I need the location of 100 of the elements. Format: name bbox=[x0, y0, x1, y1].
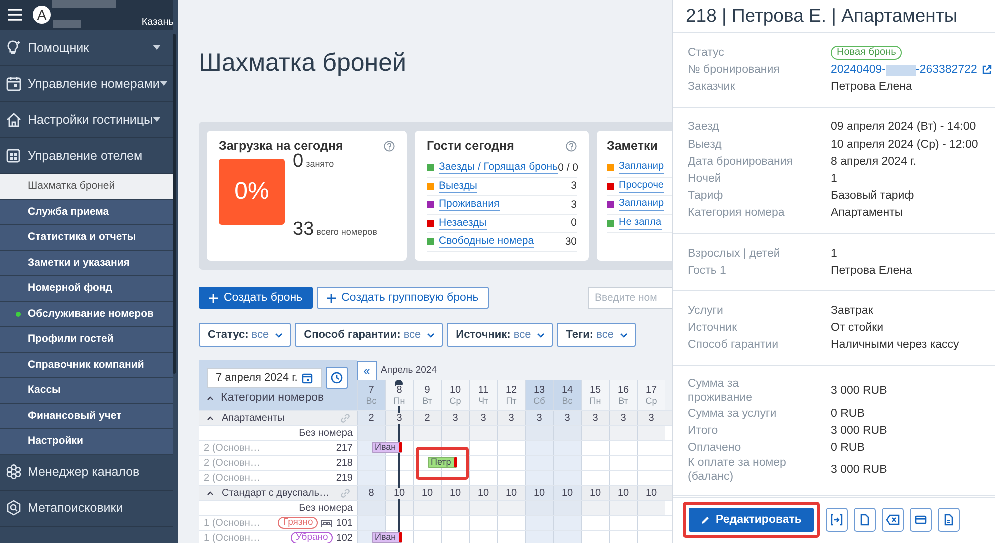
help-icon[interactable] bbox=[566, 140, 577, 152]
avatar[interactable]: A bbox=[33, 6, 51, 24]
field-value: 3 000 RUB bbox=[831, 384, 888, 397]
plus-icon bbox=[326, 294, 336, 302]
field-value: 10 апреля 2024 (Ср) - 12:00 bbox=[831, 138, 978, 151]
filter-dropdown[interactable]: Статус: все bbox=[199, 323, 292, 347]
category-name: Стандарт с двуспаль… bbox=[222, 488, 330, 498]
caret-up-icon[interactable] bbox=[207, 416, 214, 420]
room-number: 101 bbox=[336, 518, 353, 528]
field-label: Услуги bbox=[688, 304, 724, 318]
calendar-cell bbox=[637, 426, 665, 440]
nav-subitem[interactable]: Номерной фонд bbox=[0, 276, 173, 302]
stat-value: 0 / 0 bbox=[558, 162, 579, 174]
create-booking-button[interactable]: Создать бронь bbox=[199, 287, 313, 309]
field-label: Категория номера bbox=[688, 206, 786, 220]
room-number: 102 bbox=[336, 532, 353, 543]
field-value: 0 RUB bbox=[831, 408, 865, 420]
stat-link[interactable]: Не запла bbox=[619, 216, 662, 230]
arrow-in-icon bbox=[831, 514, 843, 526]
stat-link[interactable]: Выезды bbox=[439, 180, 478, 193]
nav-subitem[interactable]: Обслуживание номеров bbox=[0, 302, 173, 327]
unassigned-label: Без номера bbox=[299, 502, 353, 514]
category-row-header[interactable]: Апартаменты bbox=[199, 411, 357, 425]
nav-subitem[interactable]: Справочник компаний bbox=[0, 352, 173, 378]
caret-up-icon[interactable] bbox=[207, 490, 214, 496]
nav-subitem[interactable]: Финансовый учет bbox=[0, 404, 173, 429]
filter-dropdown[interactable]: Источник: все bbox=[447, 323, 554, 347]
field-label: Тариф bbox=[688, 189, 724, 204]
stat-link[interactable]: Незаезды bbox=[439, 216, 487, 230]
invoice-button[interactable] bbox=[938, 508, 960, 532]
field-label: Выезд bbox=[688, 138, 723, 152]
stat-link[interactable]: Свободные номера bbox=[439, 235, 534, 248]
stat-link[interactable]: Проживания bbox=[439, 198, 500, 212]
payment-button[interactable] bbox=[910, 508, 932, 532]
month-label: Апрель 2024 bbox=[381, 364, 437, 376]
calendar-cell bbox=[497, 501, 525, 515]
nav-subitem[interactable]: Статистика и отчеты bbox=[0, 225, 173, 250]
occupied-count: 0 занято bbox=[293, 151, 334, 173]
field-value: От стойки bbox=[831, 322, 884, 334]
day-header: 16 Вт bbox=[609, 380, 637, 410]
edit-button[interactable]: Редактировать bbox=[689, 508, 814, 532]
status-tag: Убрано bbox=[290, 532, 334, 543]
menu-icon[interactable] bbox=[8, 9, 22, 21]
stat-value: 30 bbox=[565, 236, 577, 248]
field-value: 8 апреля 2024 г. bbox=[831, 156, 917, 168]
stat-value: 3 bbox=[571, 180, 577, 192]
stat-link[interactable]: Запланир bbox=[619, 198, 664, 212]
nav-subitem[interactable]: Служба приема bbox=[0, 200, 173, 225]
booking-bar[interactable]: Иван bbox=[372, 532, 402, 543]
caret-icon bbox=[153, 45, 161, 50]
status-dot bbox=[16, 312, 21, 316]
room-type: 1 (Основн… bbox=[204, 518, 260, 528]
external-link-icon[interactable] bbox=[982, 65, 992, 76]
filter-dropdown[interactable]: Способ гарантии: все bbox=[295, 323, 444, 347]
cancel-button[interactable] bbox=[882, 508, 904, 532]
nav-subitem[interactable]: Профили гостей bbox=[0, 327, 173, 352]
day-header: 9 Вт bbox=[413, 380, 441, 410]
help-icon[interactable] bbox=[384, 140, 395, 152]
calendar-cell bbox=[609, 426, 637, 440]
nav-subitem[interactable]: Настройки bbox=[0, 429, 173, 454]
move-button[interactable] bbox=[826, 508, 848, 532]
category-row-header[interactable]: Стандарт с двуспаль… bbox=[199, 486, 357, 500]
calendar-cell bbox=[441, 501, 469, 515]
caret-up-icon[interactable] bbox=[207, 396, 214, 400]
clock-icon bbox=[331, 372, 343, 384]
filter-dropdown[interactable]: Теги: все bbox=[557, 323, 636, 347]
room-number: 217 bbox=[336, 442, 353, 454]
stat-link[interactable]: Просроче bbox=[619, 180, 664, 193]
flower-icon bbox=[6, 464, 22, 480]
calendar-cell bbox=[385, 501, 413, 515]
redaction-bar bbox=[53, 20, 81, 28]
calendar-icon bbox=[302, 372, 313, 384]
date-field[interactable]: 7 апреля 2024 г. bbox=[207, 368, 322, 388]
calendar-cell bbox=[441, 426, 469, 440]
document-button[interactable] bbox=[854, 508, 876, 532]
clock-button[interactable] bbox=[326, 367, 348, 389]
total-count: 33 всего номеров bbox=[293, 219, 378, 241]
nav-subitem[interactable]: Шахматка броней bbox=[0, 174, 173, 200]
stat-link[interactable]: Запланир bbox=[619, 161, 664, 174]
search-field[interactable]: Введите ном bbox=[588, 287, 672, 309]
booking-number-link[interactable]: 20240409- -263382722 bbox=[831, 64, 978, 76]
stat-value: 0 bbox=[571, 217, 577, 230]
back-button[interactable]: « bbox=[357, 361, 377, 381]
status-tag: Грязно bbox=[278, 517, 318, 529]
room-type: 2 (Основн… bbox=[204, 458, 260, 468]
file-icon bbox=[943, 514, 955, 526]
field-value: Базовый тариф bbox=[831, 190, 914, 202]
scrollbar[interactable] bbox=[173, 34, 176, 374]
booking-bar[interactable]: Иван bbox=[372, 442, 402, 453]
field-label: Дата бронирования bbox=[688, 154, 794, 169]
booking-bar[interactable]: Петр bbox=[428, 457, 458, 468]
nav-subitem[interactable]: Заметки и указания bbox=[0, 250, 173, 276]
nav-subitem[interactable]: Кассы bbox=[0, 378, 173, 404]
day-header: 14 Вс bbox=[553, 380, 581, 410]
field-value: 1 bbox=[831, 248, 838, 260]
calendar-cell bbox=[637, 501, 665, 515]
calendar-cell bbox=[469, 426, 497, 440]
create-group-booking-button[interactable]: Создать групповую бронь bbox=[316, 287, 489, 309]
plus-icon bbox=[209, 294, 218, 302]
stat-link[interactable]: Заезды / Горящая бронь bbox=[439, 161, 558, 174]
